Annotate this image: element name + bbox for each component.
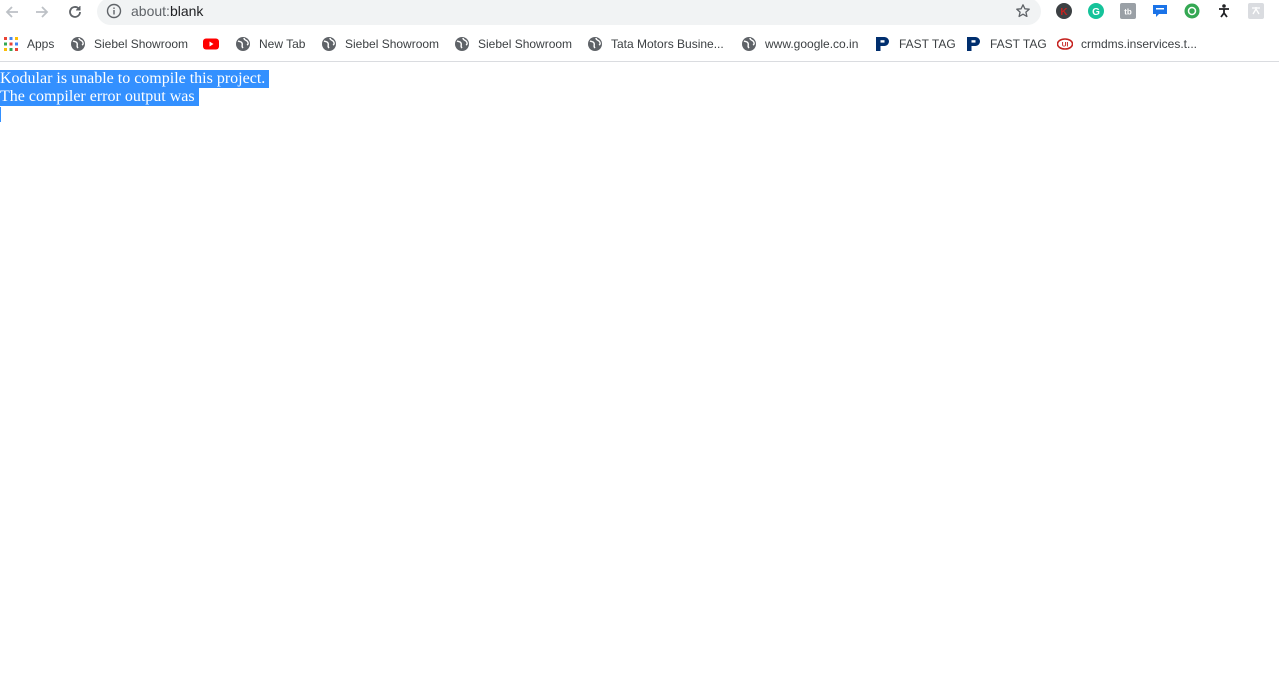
bookmark-label: Tata Motors Busine... — [611, 37, 724, 51]
svg-text:tb: tb — [1124, 8, 1132, 17]
bookmark-crmdms[interactable]: UI crmdms.inservices.t... — [1057, 34, 1197, 54]
chat-bubble-icon — [1153, 5, 1167, 17]
globe-icon — [321, 36, 337, 52]
bookmark-label: Siebel Showroom — [345, 37, 440, 51]
bookmark-label: FAST TAG — [899, 37, 956, 51]
grammarly-icon: G — [1088, 3, 1104, 19]
bookmark-label: crmdms.inservices.t... — [1081, 37, 1198, 51]
k-circle-icon: K — [1056, 3, 1072, 19]
extension-accessibility[interactable] — [1216, 3, 1232, 19]
bookmark-label: Apps — [27, 37, 55, 51]
globe-icon — [235, 36, 251, 52]
globe-icon — [454, 36, 470, 52]
ui-red-icon: UI — [1057, 36, 1073, 52]
extension-green[interactable] — [1184, 3, 1200, 19]
bookmark-label: Siebel Showroom — [94, 37, 189, 51]
page-content: Kodular is unable to compile this projec… — [0, 70, 270, 124]
bookmark-label: Siebel Showroom — [478, 37, 573, 51]
bookmark-youtube[interactable] — [203, 34, 227, 54]
svg-text:K: K — [1060, 7, 1068, 18]
bookmark-tata-motors[interactable]: Tata Motors Busine... — [587, 34, 724, 54]
bookmark-siebel-showroom[interactable]: Siebel Showroom — [70, 34, 188, 54]
toolbar-divider — [0, 61, 1279, 62]
bookmark-new-tab[interactable]: New Tab — [235, 34, 305, 54]
paytm-p-icon — [875, 36, 891, 52]
address-bar[interactable]: about:blank — [97, 0, 1041, 25]
bookmark-label: www.google.co.in — [765, 37, 859, 51]
bookmark-label: FAST TAG — [990, 37, 1047, 51]
globe-icon — [741, 36, 757, 52]
bookmark-google[interactable]: www.google.co.in — [741, 34, 858, 54]
back-button[interactable] — [0, 0, 24, 24]
apps-grid-icon — [3, 36, 19, 52]
reload-button[interactable] — [63, 0, 87, 24]
arrow-right-icon — [36, 6, 49, 18]
bookmark-fast-tag[interactable]: FAST TAG — [875, 34, 956, 54]
reload-icon — [69, 6, 81, 18]
empty-line — [0, 106, 269, 124]
accessibility-icon — [1219, 4, 1229, 18]
star-bookmark-icon[interactable] — [1015, 3, 1031, 19]
bookmark-apps[interactable]: Apps — [3, 34, 54, 54]
bookmark-fast-tag[interactable]: FAST TAG — [966, 34, 1047, 54]
translate-square-icon — [1248, 3, 1264, 19]
tb-square-icon: tb — [1120, 3, 1136, 19]
bookmark-label: New Tab — [259, 37, 306, 51]
svg-text:G: G — [1092, 7, 1100, 18]
bookmarks-bar: Apps Siebel Showroom New Tab Siebel Show… — [0, 30, 1279, 58]
bookmark-siebel-showroom[interactable]: Siebel Showroom — [454, 34, 572, 54]
bookmark-siebel-showroom[interactable]: Siebel Showroom — [321, 34, 439, 54]
forward-button[interactable] — [30, 0, 54, 24]
browser-toolbar: about:blank K G tb — [0, 0, 1279, 26]
compiler-output-label: The compiler error output was — [0, 88, 195, 106]
extension-chat[interactable] — [1152, 3, 1168, 19]
extension-k[interactable]: K — [1056, 3, 1072, 19]
url-text[interactable]: about:blank — [131, 3, 203, 19]
paytm-p-icon — [966, 36, 982, 52]
svg-text:UI: UI — [1062, 42, 1069, 49]
youtube-icon — [203, 36, 219, 52]
extension-grammarly[interactable]: G — [1088, 3, 1104, 19]
selection-trail — [265, 70, 270, 88]
error-line: Kodular is unable to compile this projec… — [0, 70, 270, 88]
info-icon[interactable] — [106, 3, 122, 19]
error-message: Kodular is unable to compile this projec… — [0, 70, 266, 88]
green-circle-icon — [1184, 3, 1200, 19]
arrow-left-icon — [5, 6, 18, 18]
url-path: blank — [169, 3, 204, 19]
extension-tb[interactable]: tb — [1120, 3, 1136, 19]
globe-icon — [70, 36, 86, 52]
selection-caret — [0, 107, 1, 122]
globe-icon — [587, 36, 603, 52]
error-line: The compiler error output was — [0, 88, 269, 106]
extension-translate[interactable] — [1248, 3, 1264, 19]
url-scheme: about: — [131, 3, 170, 19]
selection-trail — [194, 88, 199, 106]
